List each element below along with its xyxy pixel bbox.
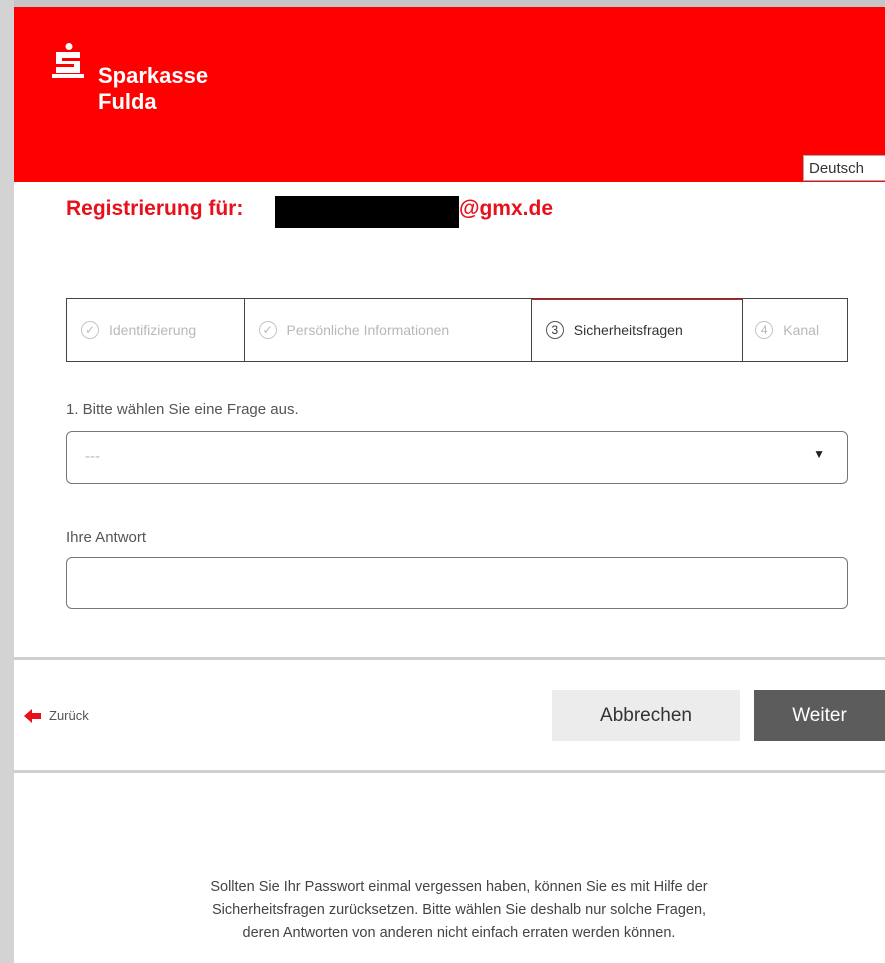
step-label: Sicherheitsfragen [573, 322, 683, 338]
language-selector[interactable]: Deutsch [803, 155, 885, 181]
step-label: Identifizierung [109, 322, 197, 338]
redacted-email [275, 196, 459, 228]
hint-line-3: deren Antworten von anderen nicht einfac… [242, 925, 676, 941]
question-label: 1. Bitte wählen Sie eine Frage aus. [66, 401, 299, 418]
step-kanal[interactable]: 4 Kanal [743, 299, 847, 361]
step-identifizierung[interactable]: ✓ Identifizierung [67, 299, 245, 361]
check-circle-icon: ✓ [81, 321, 99, 339]
step-number-icon: 3 [545, 321, 564, 339]
step-label: Persönliche Informationen [286, 322, 450, 338]
email-domain: @gmx.de [459, 197, 553, 220]
brand-header: Sparkasse Fulda Deutsch [14, 7, 885, 182]
top-strip [14, 0, 885, 7]
progress-steps: ✓ Identifizierung ✓ Persönliche Informat… [66, 298, 848, 362]
password-hint: Sollten Sie Ihr Passwort einmal vergesse… [84, 876, 834, 945]
registration-title: Registrierung für: [66, 197, 244, 220]
next-button[interactable]: Weiter [754, 690, 885, 741]
question-select-value: --- [85, 448, 100, 465]
divider-top [14, 657, 885, 660]
divider-bottom [14, 770, 885, 773]
brand-line-2: Fulda [98, 89, 157, 114]
question-select[interactable]: --- ▼ [66, 431, 848, 484]
step-sicherheitsfragen[interactable]: 3 Sicherheitsfragen [531, 299, 744, 361]
answer-label: Ihre Antwort [66, 529, 147, 546]
back-link[interactable]: Zurück [24, 708, 89, 723]
step-number-icon: 4 [755, 321, 774, 339]
caret-down-icon: ▼ [813, 447, 825, 461]
step-label: Kanal [783, 322, 820, 338]
answer-input[interactable] [66, 557, 848, 609]
brand-name: Sparkasse Fulda [98, 63, 208, 115]
brand-line-1: Sparkasse [98, 63, 209, 88]
check-circle-icon: ✓ [258, 321, 277, 339]
hint-line-1: Sollten Sie Ihr Passwort einmal vergesse… [210, 879, 708, 895]
step-persoenliche-informationen[interactable]: ✓ Persönliche Informationen [245, 299, 532, 361]
registration-page: Sparkasse Fulda Deutsch Registrierung fü… [14, 0, 885, 963]
hint-line-2: Sicherheitsfragen zurücksetzen. Bitte wä… [211, 902, 707, 918]
sparkasse-logo-icon [52, 43, 84, 78]
cancel-button[interactable]: Abbrechen [552, 690, 740, 741]
back-label: Zurück [49, 708, 89, 723]
arrow-left-icon [24, 708, 41, 723]
